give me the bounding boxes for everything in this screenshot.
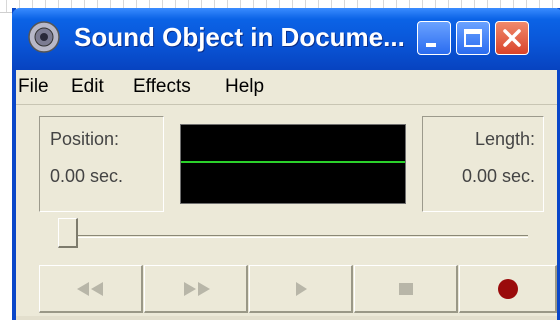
minimize-icon: [426, 43, 436, 47]
length-label: Length:: [474, 129, 535, 149]
sound-recorder-window: Sound Object in Docume... File Edit Effe…: [12, 8, 560, 320]
maximize-icon: [464, 29, 482, 47]
seek-forward-icon: [183, 281, 210, 296]
stop-button[interactable]: [354, 265, 458, 313]
menu-edit[interactable]: Edit: [71, 76, 104, 98]
window-bottom-edge: [16, 316, 557, 320]
position-value: 0.00 sec.: [50, 166, 124, 186]
menu-effects[interactable]: Effects: [133, 76, 191, 98]
play-button[interactable]: [249, 265, 353, 313]
length-panel: Length: 0.00 sec.: [422, 116, 544, 212]
waveform-line: [181, 161, 405, 163]
close-icon: [503, 29, 521, 47]
position-slider-track[interactable]: [58, 235, 528, 238]
play-icon: [295, 281, 307, 296]
maximize-button[interactable]: [456, 21, 490, 55]
record-button[interactable]: [459, 265, 557, 313]
position-slider-thumb[interactable]: [58, 218, 78, 248]
menu-bar: File Edit Effects Help: [16, 70, 557, 105]
minimize-button[interactable]: [417, 21, 451, 55]
stop-icon: [398, 282, 413, 295]
waveform-display: [180, 124, 406, 204]
position-panel: Position: 0.00 sec.: [39, 116, 164, 212]
seek-to-start-button[interactable]: [39, 265, 143, 313]
title-bar[interactable]: Sound Object in Docume...: [12, 8, 560, 70]
record-icon: [497, 278, 518, 299]
position-label: Position:: [50, 129, 120, 149]
speaker-app-icon: [28, 21, 60, 53]
length-value: 0.00 sec.: [461, 166, 535, 186]
window-title: Sound Object in Docume...: [74, 22, 405, 52]
menu-help[interactable]: Help: [225, 76, 264, 98]
close-button[interactable]: [495, 21, 529, 55]
seek-back-icon: [76, 281, 103, 296]
seek-to-end-button[interactable]: [144, 265, 248, 313]
menu-file[interactable]: File: [18, 76, 49, 98]
